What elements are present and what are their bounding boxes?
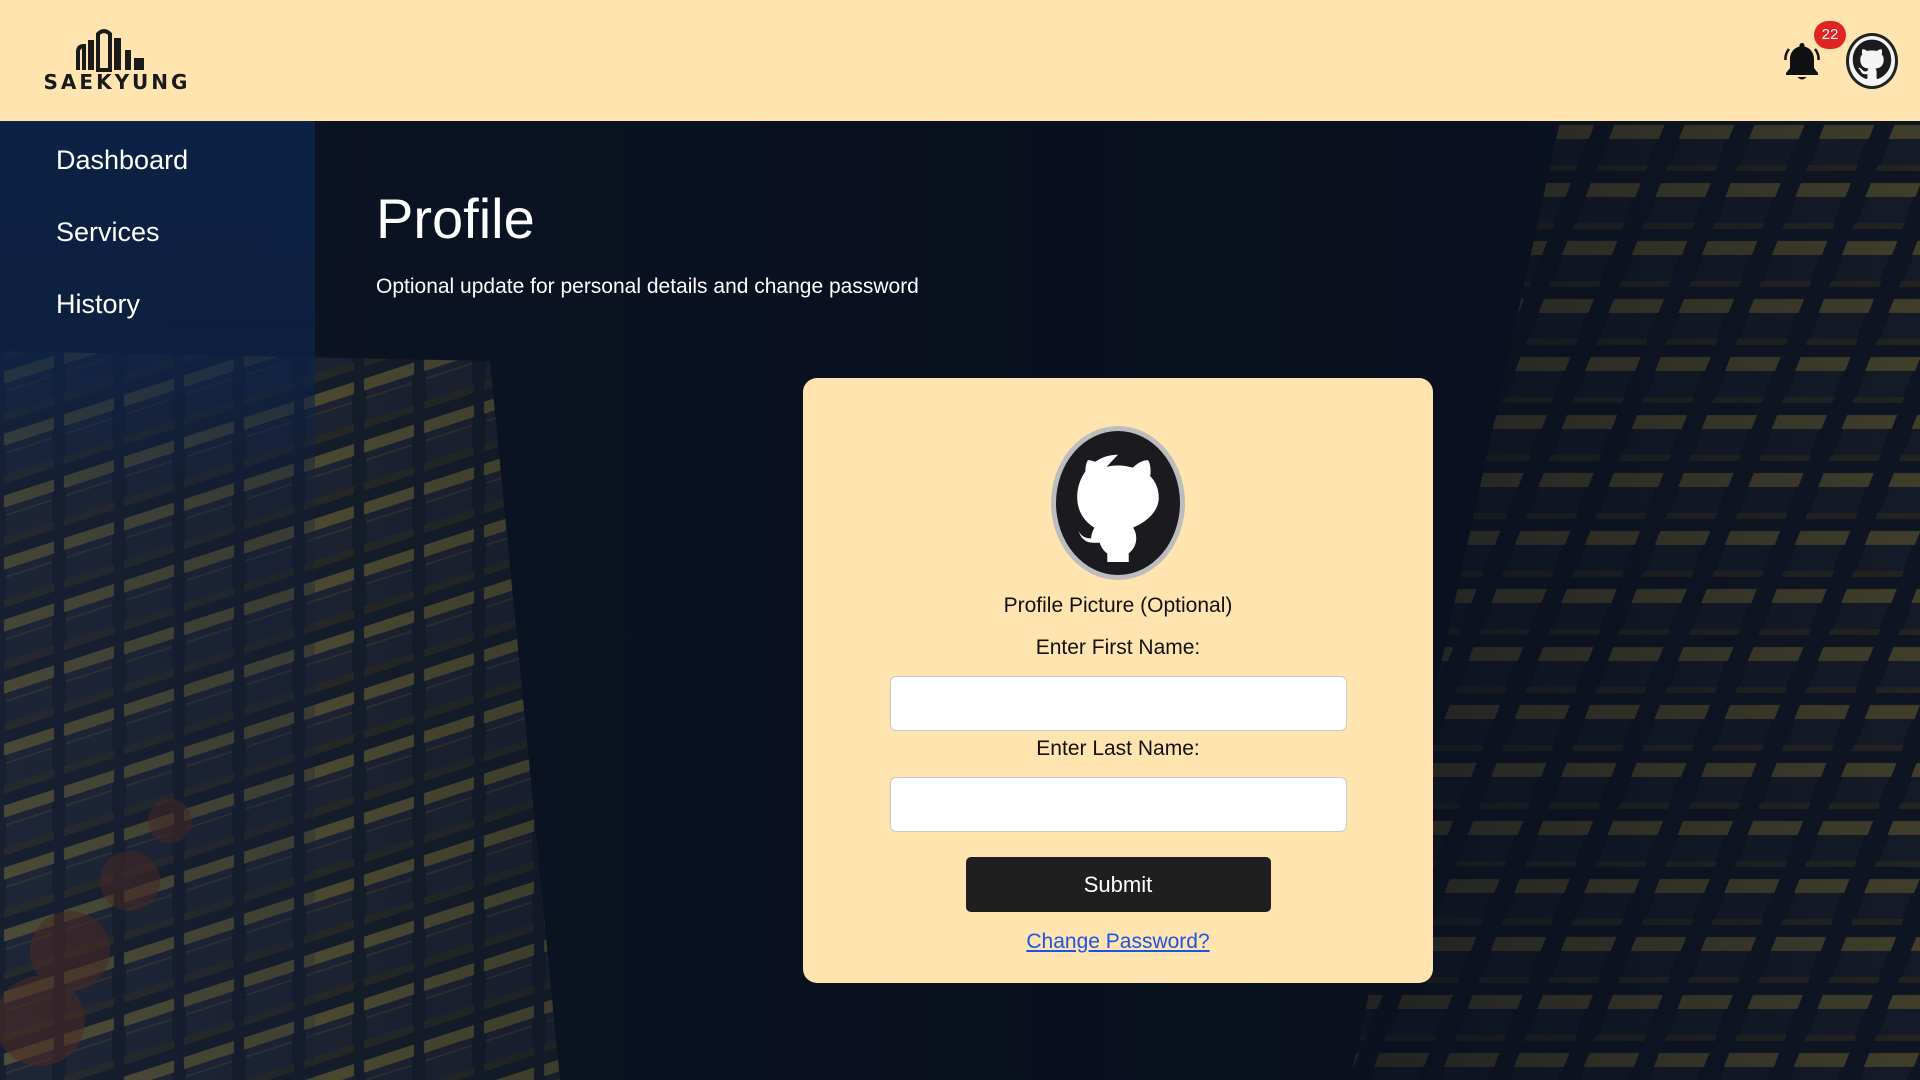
profile-picture-label: Profile Picture (Optional) (1003, 594, 1233, 617)
sidebar-item-history[interactable]: History (0, 268, 315, 340)
page-title: Profile (376, 187, 535, 250)
change-password-link[interactable]: Change Password? (1026, 930, 1209, 954)
first-name-field[interactable] (889, 676, 1347, 731)
logo-buildings-icon (76, 28, 144, 72)
notification-badge: 22 (1814, 20, 1846, 49)
github-octocat-icon (1852, 39, 1892, 79)
top-header: SAEKYUNG 22 (0, 0, 1920, 121)
notifications-button[interactable]: 22 (1780, 20, 1846, 83)
submit-button[interactable]: Submit (965, 857, 1271, 912)
first-name-label: Enter First Name: (1035, 636, 1201, 659)
page-subtitle: Optional update for personal details and… (376, 275, 919, 298)
last-name-field[interactable] (889, 777, 1347, 832)
profile-picture-upload[interactable] (1051, 426, 1185, 580)
github-octocat-icon (1077, 454, 1159, 562)
page-header: Profile Optional update for personal det… (376, 191, 919, 299)
header-actions: 22 (1780, 20, 1898, 89)
sidebar-item-services[interactable]: Services (0, 196, 315, 268)
sidebar-item-dashboard[interactable]: Dashboard (0, 124, 315, 196)
logo-text: SAEKYUNG (43, 69, 191, 94)
profile-form-card: Profile Picture (Optional) Enter First N… (803, 378, 1433, 983)
main-area: Dashboard Services History Profile Optio… (0, 121, 1920, 1080)
bell-icon (1784, 42, 1820, 79)
user-avatar-button[interactable] (1846, 32, 1898, 89)
logo[interactable]: SAEKYUNG (26, 28, 208, 94)
last-name-label: Enter Last Name: (1036, 737, 1200, 760)
sidebar: Dashboard Services History (0, 121, 315, 1080)
